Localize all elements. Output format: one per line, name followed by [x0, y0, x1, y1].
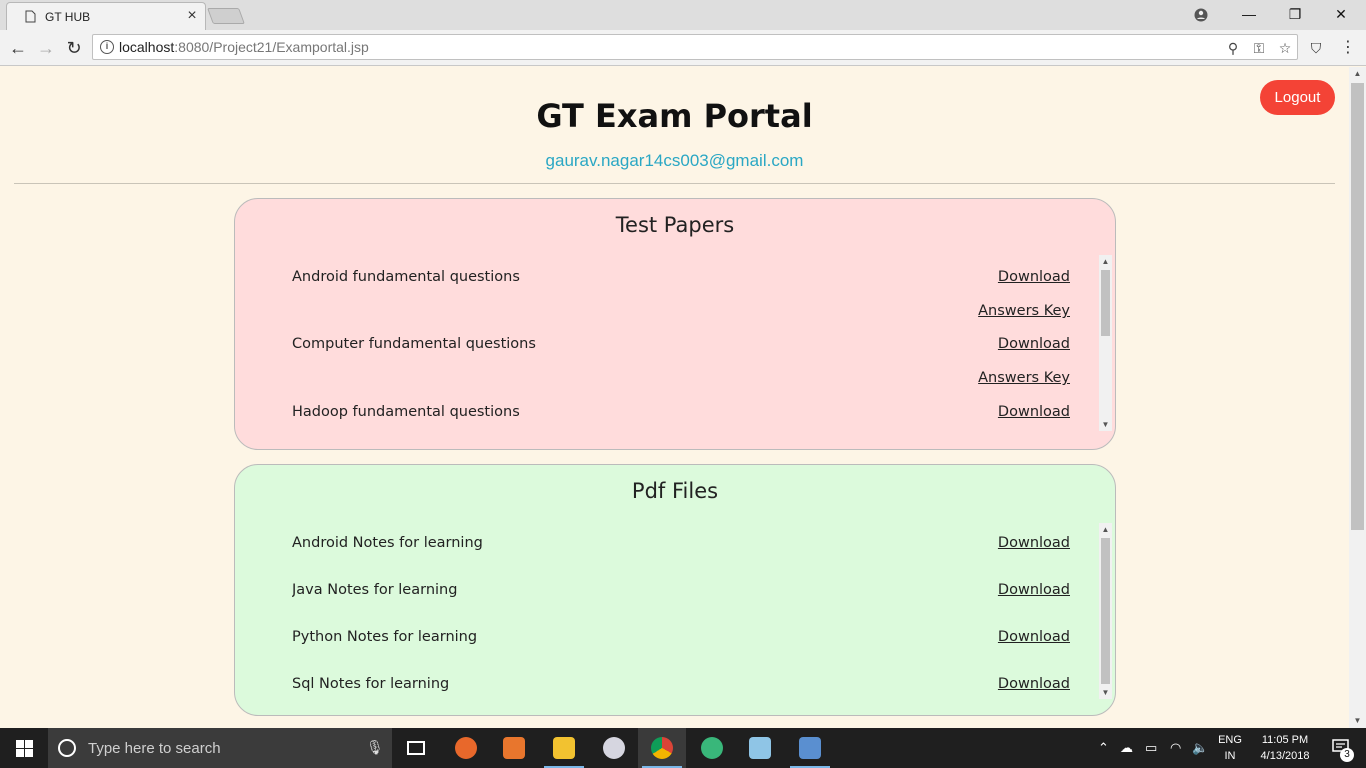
- network-cloud-icon[interactable]: ☁: [1120, 740, 1133, 756]
- key-icon[interactable]: ⚿: [1249, 38, 1269, 58]
- system-clock[interactable]: 11:05 PM 4/13/2018: [1252, 732, 1318, 764]
- clock-time: 11:05 PM: [1261, 734, 1309, 746]
- scroll-thumb[interactable]: [1351, 83, 1364, 530]
- download-link[interactable]: Download: [998, 404, 1070, 420]
- pdf-files-list[interactable]: Android Notes for learning Download Java…: [292, 519, 1070, 699]
- scroll-down-icon[interactable]: ▼: [1099, 686, 1112, 699]
- browser-tab-bar: GT HUB × — ❐ ✕: [0, 0, 1366, 30]
- user-email: gaurav.nagar14cs003@gmail.com: [545, 151, 804, 170]
- back-arrow-icon[interactable]: ←: [6, 36, 30, 60]
- atom-icon[interactable]: [688, 728, 736, 768]
- lang-top: ENG: [1218, 734, 1242, 746]
- paint-icon[interactable]: [590, 728, 638, 768]
- item-name: Java Notes for learning: [292, 582, 458, 598]
- search-placeholder: Type here to search: [88, 740, 221, 757]
- divider: [14, 183, 1335, 184]
- tab-title: GT HUB: [45, 10, 91, 24]
- chrome-icon[interactable]: [638, 728, 686, 768]
- item-name: Sql Notes for learning: [292, 676, 450, 692]
- download-link[interactable]: Download: [998, 629, 1070, 645]
- cortana-icon: [58, 739, 76, 757]
- file-explorer-icon[interactable]: [540, 728, 588, 768]
- close-window-button[interactable]: ✕: [1318, 0, 1364, 30]
- lang-bottom: IN: [1224, 750, 1236, 762]
- profile-icon[interactable]: [1178, 0, 1224, 30]
- logout-button[interactable]: Logout: [1260, 80, 1335, 115]
- media-player-icon[interactable]: [490, 728, 538, 768]
- firefox-icon[interactable]: [442, 728, 490, 768]
- scroll-up-icon[interactable]: ▲: [1099, 255, 1112, 268]
- scroll-down-icon[interactable]: ▼: [1099, 418, 1112, 431]
- virtualbox-icon[interactable]: [786, 728, 834, 768]
- panel-title: Test Papers: [615, 213, 735, 237]
- wifi-icon[interactable]: ◠: [1170, 740, 1181, 756]
- page-scrollbar[interactable]: ▲ ▼: [1349, 67, 1366, 728]
- test-papers-panel: Test Papers Android fundamental question…: [234, 198, 1116, 450]
- item-name: Computer fundamental questions: [292, 336, 536, 352]
- answers-key-link[interactable]: Answers Key: [978, 370, 1070, 386]
- restore-button[interactable]: ❐: [1272, 0, 1318, 30]
- reload-icon[interactable]: ↻: [62, 36, 86, 60]
- browser-tab[interactable]: GT HUB ×: [6, 2, 206, 30]
- minimize-button[interactable]: —: [1226, 0, 1272, 30]
- scroll-up-icon[interactable]: ▲: [1349, 67, 1366, 81]
- download-link[interactable]: Download: [998, 269, 1070, 285]
- url-path: :8080/Project21/Examportal.jsp: [174, 39, 369, 55]
- address-bar[interactable]: i localhost:8080/Project21/Examportal.js…: [92, 34, 1298, 60]
- browser-toolbar: ← → ↻ i localhost:8080/Project21/Exampor…: [0, 30, 1366, 66]
- panel-title: Pdf Files: [631, 479, 719, 503]
- menu-dots-icon[interactable]: ⋮: [1336, 36, 1360, 60]
- download-link[interactable]: Download: [998, 336, 1070, 352]
- forward-arrow-icon[interactable]: →: [34, 36, 58, 60]
- page-icon: [25, 10, 36, 23]
- volume-icon[interactable]: 🔈: [1192, 740, 1208, 756]
- shield-extension-icon[interactable]: ⛉: [1304, 36, 1328, 60]
- scroll-up-icon[interactable]: ▲: [1099, 523, 1112, 536]
- scroll-thumb[interactable]: [1101, 270, 1110, 336]
- item-name: Android fundamental questions: [292, 269, 520, 285]
- scroll-thumb[interactable]: [1101, 538, 1110, 684]
- notepad-icon[interactable]: [736, 728, 784, 768]
- new-tab-button[interactable]: [207, 8, 245, 24]
- notification-badge: 3: [1340, 748, 1354, 762]
- microphone-icon[interactable]: 🎙: [366, 739, 384, 756]
- item-name: Hadoop fundamental questions: [292, 404, 520, 420]
- clock-date: 4/13/2018: [1260, 750, 1310, 762]
- answers-key-link[interactable]: Answers Key: [978, 303, 1070, 319]
- test-papers-list[interactable]: Android fundamental questions Download A…: [292, 253, 1070, 433]
- tray-expand-icon[interactable]: ⌃: [1098, 740, 1109, 756]
- download-link[interactable]: Download: [998, 676, 1070, 692]
- scroll-down-icon[interactable]: ▼: [1349, 714, 1366, 728]
- info-icon[interactable]: i: [100, 40, 114, 54]
- star-icon[interactable]: ☆: [1275, 38, 1295, 58]
- language-indicator[interactable]: ENG IN: [1212, 732, 1248, 764]
- url-host: localhost: [119, 39, 175, 55]
- page-content: GT Exam Portal gaurav.nagar14cs003@gmail…: [0, 67, 1349, 728]
- battery-icon[interactable]: ▭: [1145, 740, 1157, 756]
- page-title: GT Exam Portal: [536, 97, 813, 135]
- item-name: Android Notes for learning: [292, 535, 483, 551]
- pdf-files-scrollbar[interactable]: ▲ ▼: [1099, 523, 1112, 699]
- action-center-icon[interactable]: 3: [1318, 728, 1366, 768]
- download-link[interactable]: Download: [998, 582, 1070, 598]
- zoom-icon[interactable]: ⚲: [1223, 38, 1243, 58]
- tab-close-icon[interactable]: ×: [183, 7, 201, 25]
- windows-start-icon[interactable]: [0, 728, 48, 768]
- download-link[interactable]: Download: [998, 535, 1070, 551]
- task-view-icon[interactable]: [392, 728, 440, 768]
- item-name: Python Notes for learning: [292, 629, 478, 645]
- test-papers-scrollbar[interactable]: ▲ ▼: [1099, 255, 1112, 431]
- taskbar-search-box[interactable]: Type here to search 🎙: [48, 728, 392, 768]
- pdf-files-panel: Pdf Files Android Notes for learning Dow…: [234, 464, 1116, 716]
- taskbar: Type here to search 🎙 ⌃ ☁ ▭ ◠ 🔈 ENG IN 1…: [0, 728, 1366, 768]
- url-text[interactable]: localhost:8080/Project21/Examportal.jsp: [119, 39, 369, 55]
